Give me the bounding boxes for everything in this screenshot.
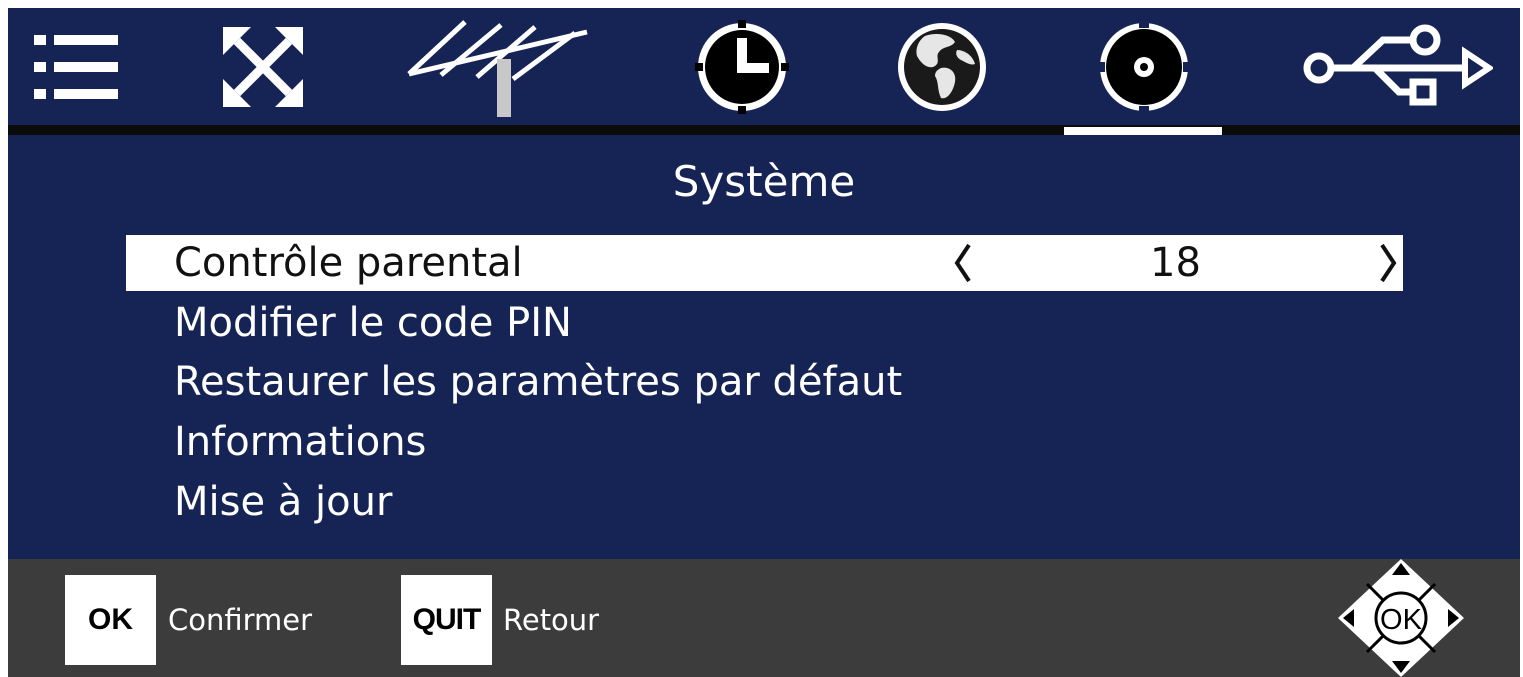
tab-menu[interactable] (26, 8, 126, 125)
category-tab-bar (8, 8, 1520, 125)
quit-key: QUIT (401, 575, 492, 665)
ok-key-label: Confirmer (168, 603, 313, 637)
menu-list-icon (34, 34, 118, 99)
value-selector[interactable]: 18 (948, 235, 1403, 291)
gear-icon (1097, 19, 1191, 114)
tab-separator (8, 125, 1520, 135)
menu-item-label: Modifier le code PIN (174, 300, 572, 346)
dpad-ok-label: OK (1380, 604, 1423, 636)
tab-system[interactable] (1094, 8, 1194, 125)
tab-language[interactable] (892, 8, 992, 125)
page-title: Système (672, 157, 856, 206)
menu-item-restore-defaults[interactable]: Restaurer les paramètres par défaut (126, 354, 1403, 410)
globe-icon (898, 22, 986, 111)
chevron-right-icon[interactable] (1373, 235, 1403, 291)
menu-item-label: Restaurer les paramètres par défaut (174, 359, 903, 405)
menu-item-label: Mise à jour (174, 479, 393, 525)
menu-item-parental-control[interactable]: Contrôle parental 18 (126, 235, 1403, 291)
active-tab-indicator (1064, 127, 1222, 135)
navigation-pad-icon: OK (1338, 559, 1464, 677)
quit-key-label: Retour (503, 603, 600, 637)
tab-picture[interactable] (213, 8, 313, 125)
tab-timer[interactable] (692, 8, 792, 125)
parental-rating-value: 18 (1150, 240, 1201, 286)
footer-hint-bar: OK Confirmer QUIT Retour (8, 559, 1520, 677)
menu-item-change-pin[interactable]: Modifier le code PIN (126, 295, 1403, 351)
menu-item-label: Informations (174, 419, 427, 465)
tv-menu-screen: Système Contrôle parental 18 Modifier le… (8, 8, 1520, 677)
antenna-icon (407, 19, 588, 117)
menu-item-update[interactable]: Mise à jour (126, 474, 1403, 530)
tab-antenna[interactable] (406, 8, 592, 125)
menu-item-information[interactable]: Informations (126, 414, 1403, 470)
usb-icon (1303, 24, 1493, 105)
resize-arrows-icon (223, 26, 303, 107)
tab-usb[interactable] (1298, 8, 1498, 125)
menu-item-label: Contrôle parental (174, 240, 523, 286)
ok-key: OK (65, 575, 156, 665)
clock-icon (695, 19, 789, 114)
